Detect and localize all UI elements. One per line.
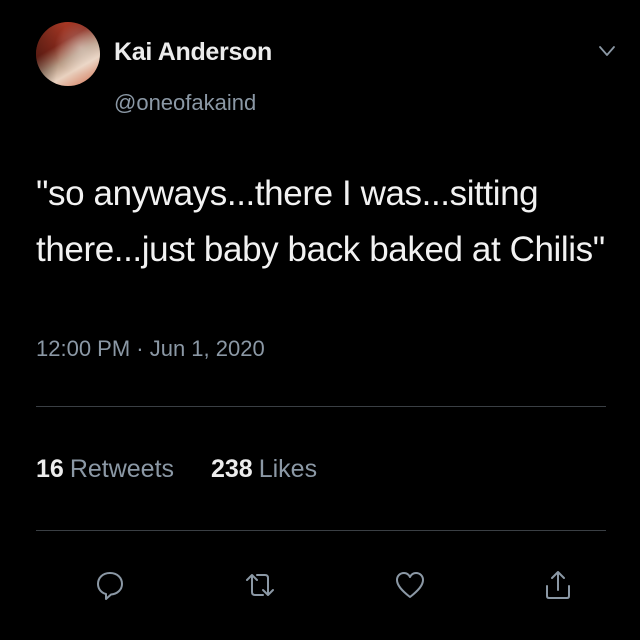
chevron-down-icon[interactable]	[596, 40, 618, 62]
retweets-label: Retweets	[69, 455, 175, 483]
author-display-name[interactable]: Kai Anderson	[114, 38, 272, 67]
retweets-count: 16	[36, 455, 64, 483]
author-handle[interactable]: @oneofakaind	[114, 90, 256, 116]
retweet-icon[interactable]	[240, 565, 280, 605]
reply-icon[interactable]	[90, 565, 130, 605]
retweets-stat[interactable]: 16 Retweets	[36, 455, 174, 484]
engagement-stats: 16 Retweets 238 Likes	[36, 455, 347, 484]
avatar[interactable]	[36, 22, 100, 86]
divider	[36, 530, 606, 531]
like-icon[interactable]	[390, 565, 430, 605]
likes-label: Likes	[258, 455, 318, 483]
tweet-text: "so anyways...there I was...sitting ther…	[36, 174, 605, 269]
avatar-shade	[36, 22, 100, 86]
action-bar	[0, 565, 640, 607]
likes-stat[interactable]: 238 Likes	[211, 455, 317, 484]
likes-count: 238	[210, 455, 253, 483]
share-icon[interactable]	[538, 565, 578, 605]
tweet-timestamp[interactable]: 12:00 PM · Jun 1, 2020	[36, 336, 265, 362]
divider	[36, 406, 606, 407]
